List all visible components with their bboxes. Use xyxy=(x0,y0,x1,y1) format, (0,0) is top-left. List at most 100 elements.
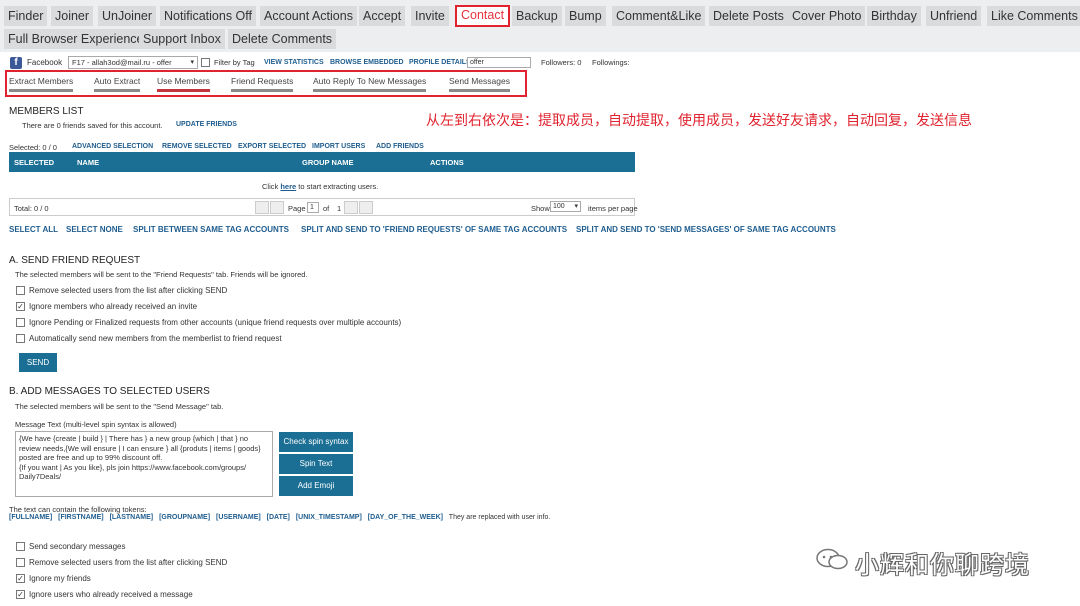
advanced-selection-link[interactable]: ADVANCED SELECTION xyxy=(72,143,153,150)
ignore-messaged-checkbox[interactable]: ✓ xyxy=(16,590,25,599)
view-statistics-link[interactable]: VIEW STATISTICS xyxy=(264,59,324,66)
profile-details-link[interactable]: PROFILE DETAILS xyxy=(409,59,471,66)
token-fullname[interactable]: [FULLNAME] xyxy=(9,514,52,521)
split-send-messages-link[interactable]: SPLIT AND SEND TO 'SEND MESSAGES' OF SAM… xyxy=(576,225,836,234)
select-all-link[interactable]: SELECT ALL xyxy=(9,225,58,234)
ignore-pending-checkbox[interactable] xyxy=(16,318,25,327)
tokens-label: The text can contain the following token… xyxy=(9,505,147,514)
tab-contact[interactable]: Contact xyxy=(455,5,511,27)
message-line: {We have {create | build } | There has }… xyxy=(19,434,249,443)
ignore-messaged-label: Ignore users who already received a mess… xyxy=(29,590,193,599)
tab-bump[interactable]: Bump xyxy=(565,6,606,26)
profile-details-input[interactable]: offer xyxy=(467,57,531,68)
token-lastname[interactable]: [LASTNAME] xyxy=(110,514,154,521)
to-start-text: to start extracting users. xyxy=(298,182,379,191)
remove-after-send-checkbox[interactable] xyxy=(16,286,25,295)
ignore-my-friends-checkbox[interactable]: ✓ xyxy=(16,574,25,583)
tab-backup[interactable]: Backup xyxy=(512,6,562,26)
platform-label: Facebook xyxy=(27,58,63,67)
subtab-friend-requests[interactable]: Friend Requests xyxy=(231,76,294,92)
export-selected-link[interactable]: EXPORT SELECTED xyxy=(238,143,306,150)
tab-joiner[interactable]: Joiner xyxy=(51,6,94,26)
send-friend-request-desc: The selected members will be sent to the… xyxy=(15,270,308,279)
tab-delete-posts[interactable]: Delete Posts xyxy=(709,6,788,26)
auto-send-new-checkbox[interactable] xyxy=(16,334,25,343)
add-friends-link[interactable]: ADD FRIENDS xyxy=(376,143,424,150)
tab-like-comments[interactable]: Like Comments xyxy=(987,6,1080,26)
token-unix-timestamp[interactable]: [UNIX_TIMESTAMP] xyxy=(296,514,362,521)
table-pager: Total: 0 / 0 Page 1 of 1 Show 100 ▾ item… xyxy=(9,198,638,216)
per-page-label: items per page xyxy=(588,204,638,213)
subtab-use-members[interactable]: Use Members xyxy=(157,76,210,92)
col-selected[interactable]: SELECTED xyxy=(14,158,54,167)
token-day-of-week[interactable]: [DAY_OF_THE_WEEK] xyxy=(368,514,443,521)
total-pages: 1 xyxy=(337,204,342,213)
first-page-button[interactable] xyxy=(255,201,269,214)
tab-unjoiner[interactable]: UnJoiner xyxy=(98,6,157,26)
show-label: Show xyxy=(531,204,550,213)
split-friend-requests-link[interactable]: SPLIT AND SEND TO 'FRIEND REQUESTS' OF S… xyxy=(301,225,567,234)
add-messages-title: B. ADD MESSAGES TO SELECTED USERS xyxy=(9,386,210,397)
spin-text-button[interactable]: Spin Text xyxy=(279,454,353,474)
message-textarea[interactable]: {We have {create | build } | There has }… xyxy=(15,431,273,497)
page-label: Page xyxy=(288,204,306,213)
facebook-icon: f xyxy=(10,57,22,69)
tab-account-actions[interactable]: Account Actions xyxy=(260,6,357,26)
token-username[interactable]: [USERNAME] xyxy=(216,514,261,521)
tab-support-inbox[interactable]: Support Inbox xyxy=(139,29,225,49)
account-select[interactable]: F17 - allah3od@mail.ru - offer ▾ xyxy=(68,56,198,69)
ignore-invited-checkbox[interactable]: ✓ xyxy=(16,302,25,311)
tab-cover-photo[interactable]: Cover Photo xyxy=(788,6,866,26)
subtab-send-messages[interactable]: Send Messages xyxy=(449,76,510,92)
subtab-auto-extract[interactable]: Auto Extract xyxy=(94,76,141,92)
ignore-pending-label: Ignore Pending or Finalized requests fro… xyxy=(29,318,402,327)
browse-embedded-link[interactable]: BROWSE EMBEDDED xyxy=(330,59,404,66)
message-text-label: Message Text (multi-level spin syntax is… xyxy=(15,420,177,429)
split-same-tag-link[interactable]: SPLIT BETWEEN SAME TAG ACCOUNTS xyxy=(133,225,289,234)
last-page-button[interactable] xyxy=(359,201,373,214)
remove-selected-after-send-checkbox[interactable] xyxy=(16,558,25,567)
auto-send-new-label: Automatically send new members from the … xyxy=(29,334,282,343)
filter-by-tag-checkbox[interactable] xyxy=(201,58,210,67)
click-text: Click xyxy=(262,182,279,191)
token-date[interactable]: [DATE] xyxy=(267,514,290,521)
wechat-icon xyxy=(816,548,848,570)
token-groupname[interactable]: [GROUPNAME] xyxy=(159,514,210,521)
update-friends-link[interactable]: UPDATE FRIENDS xyxy=(176,121,237,128)
items-per-page-select[interactable]: 100 ▾ xyxy=(550,201,581,212)
remove-after-send-label: Remove selected users from the list afte… xyxy=(29,286,228,295)
add-emoji-button[interactable]: Add Emoji xyxy=(279,476,353,496)
of-label: of xyxy=(323,204,330,213)
import-users-link[interactable]: IMPORT USERS xyxy=(312,143,365,150)
next-page-button[interactable] xyxy=(344,201,358,214)
empty-table-message: Click here to start extracting users. xyxy=(262,182,378,191)
col-actions[interactable]: ACTIONS xyxy=(430,158,464,167)
tab-full-browser-experience[interactable]: Full Browser Experience xyxy=(4,29,148,49)
prev-page-button[interactable] xyxy=(270,201,284,214)
tab-birthday[interactable]: Birthday xyxy=(867,6,921,26)
select-none-link[interactable]: SELECT NONE xyxy=(66,225,123,234)
saved-friends-text: There are 0 friends saved for this accou… xyxy=(22,121,163,130)
tab-unfriend[interactable]: Unfriend xyxy=(926,6,982,26)
token-firstname[interactable]: [FIRSTNAME] xyxy=(58,514,104,521)
tab-delete-comments[interactable]: Delete Comments xyxy=(228,29,337,49)
tab-comment-like[interactable]: Comment&Like xyxy=(612,6,706,26)
tab-notifications-off[interactable]: Notifications Off xyxy=(160,6,257,26)
subtab-auto-reply[interactable]: Auto Reply To New Messages xyxy=(313,76,427,92)
send-button[interactable]: SEND xyxy=(19,353,57,372)
page-input[interactable]: 1 xyxy=(307,202,319,213)
remove-selected-link[interactable]: REMOVE SELECTED xyxy=(162,143,232,150)
subtab-extract-members[interactable]: Extract Members xyxy=(9,76,74,92)
col-group-name[interactable]: GROUP NAME xyxy=(302,158,354,167)
tokens-note: They are replaced with user info. xyxy=(448,514,551,521)
send-secondary-label: Send secondary messages xyxy=(29,542,126,551)
tab-accept[interactable]: Accept xyxy=(359,6,406,26)
send-secondary-checkbox[interactable] xyxy=(16,542,25,551)
tab-invite[interactable]: Invite xyxy=(411,6,449,26)
here-link[interactable]: here xyxy=(280,182,296,191)
check-spin-syntax-button[interactable]: Check spin syntax xyxy=(279,432,353,452)
chevron-down-icon: ▾ xyxy=(574,203,578,210)
followings-count: Followings: xyxy=(592,58,630,67)
tab-finder[interactable]: Finder xyxy=(4,6,48,26)
col-name[interactable]: NAME xyxy=(77,158,99,167)
